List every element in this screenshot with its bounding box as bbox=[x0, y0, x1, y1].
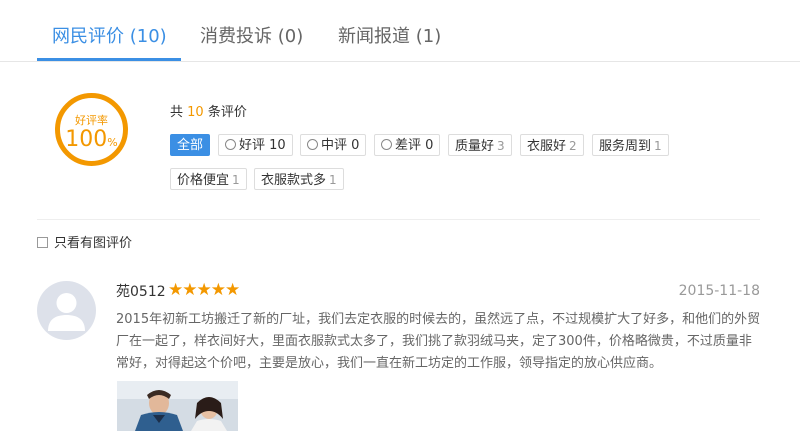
review-count-number: 10 bbox=[187, 105, 204, 120]
positive-rate-value: 100% bbox=[60, 128, 123, 155]
review-text: 2015年初新工坊搬迁了新的厂址，我们去定衣服的时候去的，虽然远了点，不过规模扩… bbox=[116, 312, 761, 371]
frown-icon bbox=[381, 139, 392, 150]
tag-label: 质量好 bbox=[455, 139, 495, 154]
positive-rate-badge: 好评率 100% bbox=[55, 93, 128, 166]
avatar bbox=[37, 281, 96, 340]
tag-count: 3 bbox=[497, 139, 505, 153]
review-date: 2015-11-18 bbox=[678, 283, 760, 299]
tag-count: 1 bbox=[232, 173, 240, 187]
tag-all[interactable]: 全部 bbox=[170, 134, 211, 156]
tag-good-clothes[interactable]: 衣服好 2 bbox=[520, 134, 584, 156]
tag-count: 0 bbox=[425, 138, 434, 153]
star-rating: ★★★★★ bbox=[168, 280, 240, 300]
tag-count: 10 bbox=[269, 138, 286, 153]
tag-count: 1 bbox=[654, 139, 662, 153]
tag-count: 1 bbox=[329, 173, 337, 187]
review-count-suffix: 条评价 bbox=[207, 105, 247, 120]
smile-icon bbox=[225, 139, 236, 150]
tag-count: 2 bbox=[569, 139, 577, 153]
image-only-checkbox[interactable] bbox=[37, 237, 48, 248]
positive-rate-unit: % bbox=[107, 136, 118, 149]
default-user-icon bbox=[48, 293, 85, 331]
tab-netizen-reviews[interactable]: 网民评价 (10) bbox=[52, 24, 167, 50]
review-photo-thumbnail[interactable] bbox=[117, 381, 238, 431]
review-tabs: 网民评价 (10) 消费投诉 (0) 新闻报道 (1) bbox=[0, 0, 800, 62]
image-only-filter[interactable]: 只看有图评价 bbox=[37, 232, 132, 251]
neutral-face-icon bbox=[307, 139, 318, 150]
tag-good-quality[interactable]: 质量好 3 bbox=[448, 134, 512, 156]
review-photo bbox=[117, 381, 238, 431]
tag-good-service[interactable]: 服务周到 1 bbox=[592, 134, 669, 156]
tag-label: 差评 bbox=[395, 138, 422, 153]
positive-rate-number: 100 bbox=[65, 127, 108, 152]
tag-label: 价格便宜 bbox=[177, 173, 230, 188]
tag-cheap-price[interactable]: 价格便宜 1 bbox=[170, 168, 247, 190]
active-tab-indicator bbox=[37, 58, 181, 61]
review-count-prefix: 共 bbox=[170, 105, 184, 120]
tag-many-styles[interactable]: 衣服款式多 1 bbox=[254, 168, 344, 190]
tag-label: 好评 bbox=[239, 138, 266, 153]
review-count: 共 10 条评价 bbox=[170, 101, 247, 120]
positive-rate-label: 好评率 bbox=[75, 114, 108, 127]
tag-positive[interactable]: 好评 10 bbox=[218, 134, 293, 156]
tag-label: 全部 bbox=[177, 138, 204, 153]
tag-label: 衣服款式多 bbox=[261, 173, 327, 188]
section-divider bbox=[37, 219, 760, 220]
tag-negative[interactable]: 差评 0 bbox=[374, 134, 441, 156]
tag-neutral[interactable]: 中评 0 bbox=[300, 134, 367, 156]
tag-label: 中评 bbox=[321, 138, 348, 153]
tab-complaints[interactable]: 消费投诉 (0) bbox=[200, 24, 303, 50]
image-only-label: 只看有图评价 bbox=[54, 236, 133, 251]
tag-label: 服务周到 bbox=[599, 139, 652, 154]
tag-count: 0 bbox=[351, 138, 360, 153]
reviewer-name[interactable]: 苑0512 bbox=[116, 281, 166, 301]
tab-news[interactable]: 新闻报道 (1) bbox=[338, 24, 441, 50]
tag-label: 衣服好 bbox=[527, 139, 567, 154]
